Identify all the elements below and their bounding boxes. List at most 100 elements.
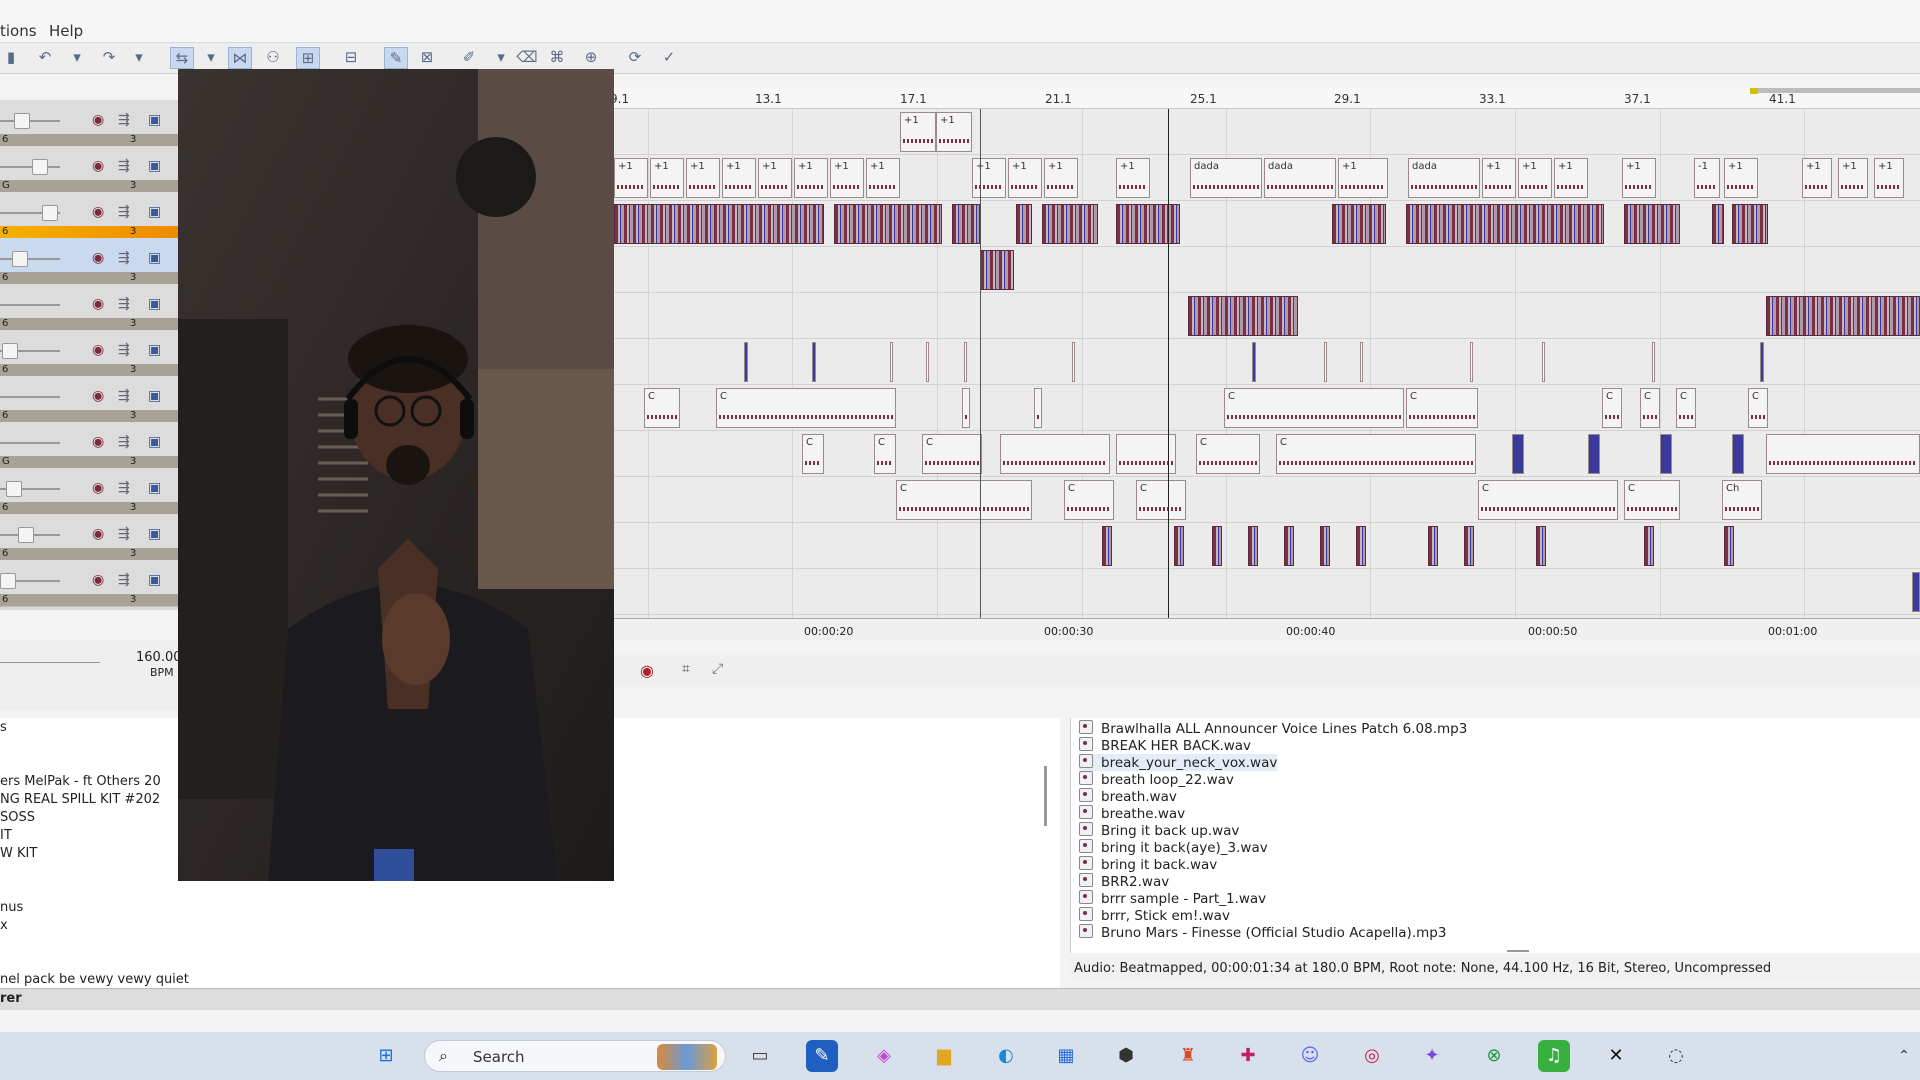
track-header[interactable]: ◉ ⇶ ▣ G3 [0, 422, 178, 469]
audio-clip[interactable]: C [1624, 480, 1680, 520]
audio-clip[interactable] [1542, 342, 1545, 382]
file-item[interactable]: bring it back.wav [1079, 856, 1217, 873]
audio-clip[interactable] [1248, 526, 1258, 566]
mute-icon[interactable]: ◉ [92, 204, 104, 220]
audio-clip[interactable] [1766, 434, 1920, 474]
audio-clip[interactable] [1356, 526, 1366, 566]
mute-icon[interactable]: ◉ [92, 112, 104, 128]
audio-clip[interactable]: C [1406, 388, 1478, 428]
start-icon[interactable]: ⊞ [370, 1040, 402, 1072]
audio-clip[interactable] [1034, 388, 1042, 428]
audio-clip[interactable] [1284, 526, 1294, 566]
fader-knob[interactable] [42, 205, 58, 221]
audio-clip[interactable] [1072, 342, 1075, 382]
audio-clip[interactable]: +1 [1482, 158, 1516, 198]
track-header[interactable]: ◉ ⇶ ▣ 63 [0, 192, 178, 239]
app-icon-5[interactable]: ◎ [1356, 1040, 1388, 1072]
app-icon-3[interactable]: ♜ [1172, 1040, 1204, 1072]
audio-clip[interactable] [1624, 204, 1680, 244]
audio-clip[interactable]: +1 [686, 158, 720, 198]
audio-clip[interactable] [980, 250, 1014, 290]
audio-clip[interactable]: C [1224, 388, 1404, 428]
copilot-icon[interactable]: ◈ [868, 1040, 900, 1072]
audio-clip[interactable] [1360, 342, 1363, 382]
normal-edit-tool-icon[interactable]: ⇆ [170, 47, 194, 69]
grid-icon[interactable]: ⊕ [580, 47, 602, 67]
loop-icon[interactable]: ⟳ [624, 47, 646, 67]
app-icon-2[interactable]: ⬢ [1110, 1040, 1142, 1072]
audio-clip[interactable]: C [802, 434, 824, 474]
auto-ripple-icon[interactable]: ⊟ [340, 47, 362, 67]
app-icon-7[interactable]: ✕ [1600, 1040, 1632, 1072]
audio-clip[interactable] [1324, 342, 1327, 382]
audio-clip[interactable]: C [1276, 434, 1476, 474]
record-icon[interactable]: ◉ [640, 661, 654, 680]
fx-icon[interactable]: ⇶ [118, 342, 130, 358]
audio-clip[interactable] [952, 204, 980, 244]
fx-icon[interactable]: ⇶ [118, 296, 130, 312]
audio-clip[interactable] [1464, 526, 1474, 566]
fx-icon[interactable]: ⇶ [118, 112, 130, 128]
file-item[interactable]: breath loop_22.wav [1079, 771, 1234, 788]
snap-icon[interactable]: ⌘ [546, 47, 568, 67]
audio-clip[interactable] [1000, 434, 1110, 474]
fader-knob[interactable] [12, 251, 28, 267]
app-icon-6[interactable]: ✦ [1416, 1040, 1448, 1072]
track-header[interactable]: ◉ ⇶ ▣ 63 [0, 468, 178, 515]
audio-clip[interactable] [1174, 526, 1184, 566]
fx-icon[interactable]: ⇶ [118, 204, 130, 220]
metronome-icon[interactable]: ✓ [658, 47, 680, 67]
undo-dropdown-icon[interactable]: ▾ [66, 47, 88, 67]
file-item[interactable]: BRR2.wav [1079, 873, 1169, 890]
audio-clip[interactable] [1116, 434, 1176, 474]
timeline-ruler[interactable]: 9.1 13.1 17.1 21.1 25.1 29.1 33.1 37.1 4… [610, 88, 1920, 109]
file-list[interactable]: Brawlhalla ALL Announcer Voice Lines Pat… [1070, 718, 1920, 953]
track-header[interactable]: ◉ ⇶ ▣ 63 [0, 330, 178, 377]
record-options-icon[interactable]: ⌗ [682, 661, 690, 677]
fx-icon[interactable]: ⇶ [118, 526, 130, 542]
eraser-icon[interactable]: ⌫ [516, 47, 538, 67]
audio-clip[interactable] [1320, 526, 1330, 566]
audio-clip[interactable]: C [1064, 480, 1114, 520]
file-item[interactable]: brrr sample - Part_1.wav [1079, 890, 1266, 907]
zoom-tool-icon[interactable]: ⊞ [296, 47, 320, 69]
audio-clip[interactable] [1332, 204, 1386, 244]
tempo-value[interactable]: 160.00 [136, 650, 182, 665]
task-view-icon[interactable]: ▭ [744, 1040, 776, 1072]
file-item[interactable]: brrr, Stick em!.wav [1079, 907, 1230, 924]
audio-clip[interactable] [1102, 526, 1112, 566]
audio-clip[interactable] [1212, 526, 1222, 566]
audio-clip[interactable] [1428, 526, 1438, 566]
volume-fader[interactable] [0, 120, 60, 122]
audio-clip[interactable]: +1 [866, 158, 900, 198]
mute-icon[interactable]: ◉ [92, 480, 104, 496]
tree-item[interactable]: s [0, 720, 7, 735]
taskbar-search[interactable]: ⌕ Search [424, 1040, 726, 1072]
track-lane[interactable] [612, 568, 1920, 615]
track-header[interactable]: ◉ ⇶ ▣ 63 [0, 284, 178, 331]
fx-icon[interactable]: ⇶ [118, 250, 130, 266]
audio-clip[interactable] [1732, 434, 1744, 474]
mute-icon[interactable]: ◉ [92, 434, 104, 450]
audio-clip[interactable] [1660, 434, 1672, 474]
audio-clip[interactable] [1042, 204, 1098, 244]
audio-clip[interactable]: +1 [1802, 158, 1832, 198]
fader-knob[interactable] [32, 159, 48, 175]
audio-clip[interactable]: +1 [972, 158, 1006, 198]
track-options-icon[interactable]: ▣ [148, 526, 161, 542]
audio-clip[interactable]: +1 [1724, 158, 1758, 198]
fader-knob[interactable] [0, 573, 16, 589]
volume-fader[interactable] [0, 258, 60, 260]
fader-knob[interactable] [2, 343, 18, 359]
tree-item[interactable]: x [0, 918, 8, 933]
edge-icon[interactable]: ◐ [990, 1040, 1022, 1072]
app-icon-1[interactable]: ✎ [806, 1040, 838, 1072]
file-item[interactable]: bring it back(aye)_3.wav [1079, 839, 1268, 856]
selection-tool-icon[interactable]: ⚇ [262, 47, 284, 67]
audio-clip[interactable]: dada [1408, 158, 1480, 198]
track-header-selected[interactable]: ◉ ⇶ ▣ 63 [0, 238, 178, 285]
track-options-icon[interactable]: ▣ [148, 434, 161, 450]
audio-clip[interactable] [1712, 204, 1724, 244]
tree-item[interactable]: NG REAL SPILL KIT #202 [0, 792, 160, 807]
track-header[interactable]: ◉ ⇶ ▣ G3 [0, 146, 178, 193]
